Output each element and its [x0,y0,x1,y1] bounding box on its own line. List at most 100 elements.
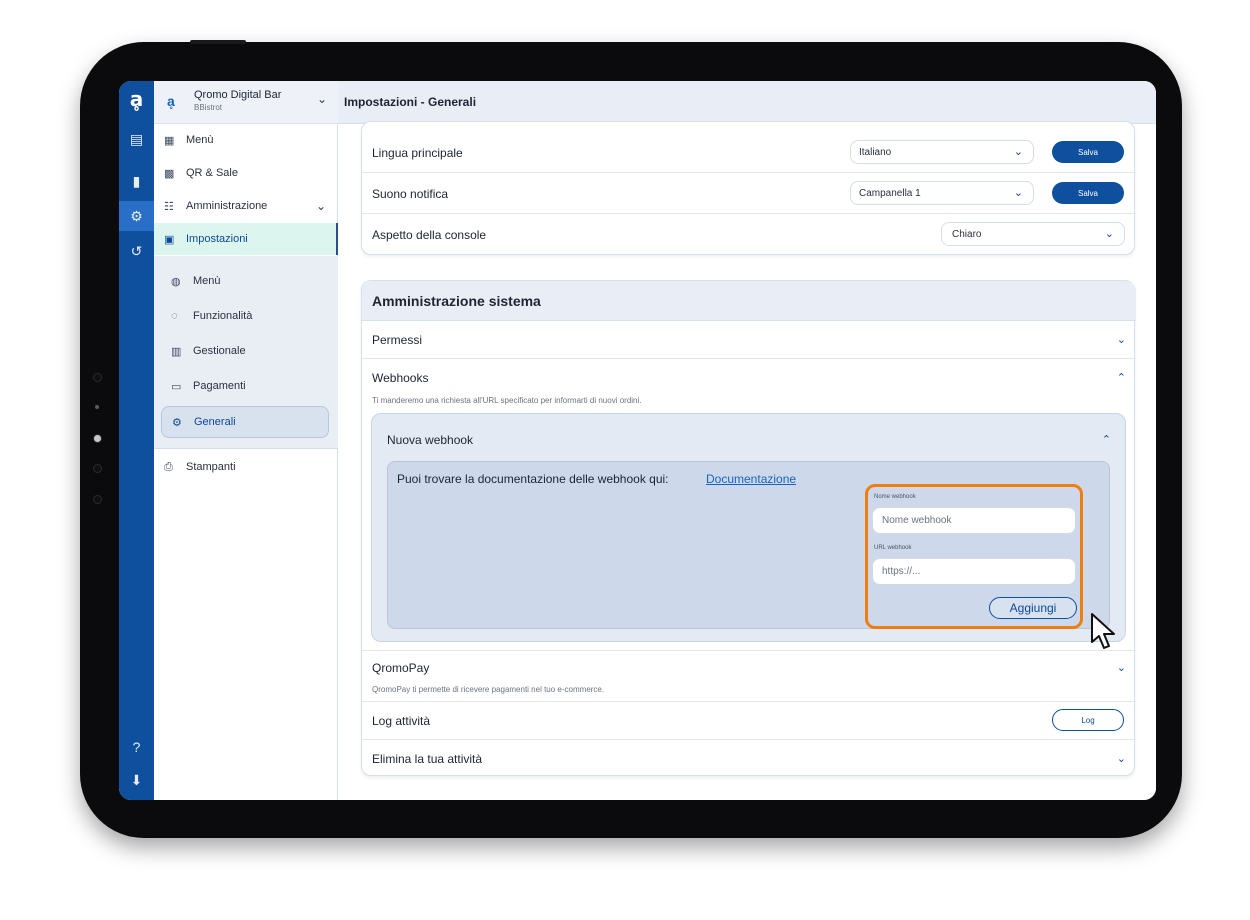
settings-icon[interactable]: ⚙ [119,201,154,231]
admin-icon: ☷ [164,200,174,213]
panel-title: Nuova webhook [387,433,474,447]
settings-submenu: ◍ Menù ◌ Funzionalità ▥ Gestionale ▭ Pag… [154,256,338,449]
select-value: Campanella 1 [859,187,921,199]
help-icon[interactable]: ? [119,732,154,762]
sidebar-item-stampanti[interactable]: ⎙ Stampanti [154,451,338,483]
submenu-item-label: Gestionale [193,345,246,357]
submenu-item-label: Generali [194,416,236,428]
general-settings-card: Lingua principale Italiano ⌄ Salva Suono… [361,121,1136,255]
sidebar-item-qr-sale[interactable]: ▩ QR & Sale [154,157,338,189]
app-logo-icon[interactable]: ḁ [119,84,154,114]
org-logo-icon: ḁ [167,93,175,109]
sidebar-item-impostazioni[interactable]: ▣ Impostazioni [154,223,338,255]
admin-card-header: Amministrazione sistema [362,281,1136,321]
field-label: Nome webhook [874,494,916,500]
qromopay-description: QromoPay ti permette di ricevere pagamen… [372,685,605,694]
setting-label: Aspetto della console [372,228,487,242]
language-select[interactable]: Italiano ⌄ [850,140,1034,164]
submenu-item-menu[interactable]: ◍ Menù [161,265,329,297]
sidebar-item-label: Impostazioni [186,233,248,245]
page-header: Impostazioni - Generali [338,81,1156,124]
chevron-down-icon: ⌄ [1013,146,1023,158]
submenu-item-gestionale[interactable]: ▥ Gestionale [161,335,329,367]
gear-icon: ⚙ [172,416,182,429]
accordion-elimina-attivita[interactable]: Elimina la tua attività ⌄ [362,740,1136,776]
mouse-cursor-icon [1091,613,1115,649]
submenu-item-funzionalita[interactable]: ◌ Funzionalità [161,300,329,332]
submenu-item-label: Pagamenti [193,380,246,392]
accordion-permessi[interactable]: Permessi ⌄ [362,321,1136,359]
chevron-down-icon: ⌄ [315,199,326,213]
chevron-down-icon: ⌄ [1104,228,1114,240]
accordion-label: QromoPay [372,661,430,675]
orders-icon[interactable]: ▤ [119,124,154,154]
chevron-down-icon: ⌄ [1013,187,1023,199]
features-icon: ◌ [171,310,178,322]
chevron-up-icon[interactable]: ⌃ [1117,371,1126,384]
row-label: Log attività [372,714,431,728]
sidebar-item-label: Menù [186,134,214,146]
org-switcher[interactable]: ḁ Qromo Digital Bar BBistrot ⌄ [154,81,338,124]
webhook-url-input[interactable]: https://... [872,558,1076,585]
menu-icon: ◍ [171,275,181,288]
save-sound-button[interactable]: Salva [1052,182,1124,204]
icon-rail: ḁ ▤ ▮ ⚙ ↺ ? ⬇ [119,81,154,800]
notification-sound-select[interactable]: Campanella 1 ⌄ [850,181,1034,205]
section-title: Amministrazione sistema [372,293,541,309]
row-log-attivita: Log attività Log [362,702,1136,740]
menu-book-icon: ▦ [164,134,175,147]
submenu-item-generali[interactable]: ⚙ Generali [161,406,329,438]
documentation-link[interactable]: Documentazione [706,472,796,486]
org-name: Qromo Digital Bar [194,89,282,101]
side-button [93,464,102,473]
settings-box-icon: ▣ [164,233,175,246]
main-content: Impostazioni - Generali Lingua principal… [338,81,1156,800]
sidebar-item-label: Amministrazione [186,200,268,212]
submenu-item-label: Funzionalità [193,310,253,322]
chevron-up-icon[interactable]: ⌃ [1102,433,1111,446]
sidebar-item-menu[interactable]: ▦ Menù [154,124,338,156]
setting-label: Lingua principale [372,146,463,160]
download-icon[interactable]: ⬇ [119,765,154,795]
save-language-button[interactable]: Salva [1052,141,1124,163]
add-webhook-button[interactable]: Aggiungi [989,597,1077,619]
management-icon: ▥ [171,345,182,358]
setting-row-aspetto: Aspetto della console Chiaro ⌄ [362,214,1136,255]
setting-row-lingua: Lingua principale Italiano ⌄ Salva [362,132,1136,173]
chevron-down-icon: ⌄ [317,92,328,106]
webhook-name-input[interactable]: Nome webhook [872,507,1076,534]
accordion-label: Permessi [372,333,423,347]
console-theme-select[interactable]: Chiaro ⌄ [941,222,1125,246]
chevron-down-icon: ⌄ [1116,662,1126,674]
org-sub: BBistrot [194,103,223,112]
submenu-item-pagamenti[interactable]: ▭ Pagamenti [161,370,329,402]
webhook-form-highlight: Nome webhook Nome webhook URL webhook ht… [865,484,1083,629]
accordion-qromopay[interactable]: QromoPay ⌄ QromoPay ti permette di ricev… [362,651,1136,702]
side-button [93,495,102,504]
select-value: Italiano [859,146,892,158]
select-value: Chiaro [952,228,982,240]
stats-icon[interactable]: ▮ [119,166,154,196]
webhooks-description: Ti manderemo una richiesta all'URL speci… [372,396,642,405]
field-label: URL webhook [874,545,912,551]
qr-code-icon: ▩ [164,167,175,180]
printer-icon: ⎙ [164,460,173,473]
log-button[interactable]: Log [1052,709,1124,731]
sidebar-item-label: Stampanti [186,461,236,473]
side-button [93,373,102,382]
chevron-down-icon: ⌄ [1116,334,1126,346]
chevron-down-icon: ⌄ [1116,753,1126,765]
camera-icon [95,405,99,409]
sidebar-item-amministrazione[interactable]: ☷ Amministrazione ⌄ [154,190,338,222]
page-title: Impostazioni - Generali [344,95,477,109]
payments-icon: ▭ [171,380,182,393]
sidebar: ḁ Qromo Digital Bar BBistrot ⌄ ▦ Menù ▩ … [154,81,338,800]
accordion-label: Webhooks [372,371,429,385]
app-screen: ḁ ▤ ▮ ⚙ ↺ ? ⬇ ḁ Qromo Digital Bar BBistr… [119,81,1156,800]
sidebar-item-label: QR & Sale [186,167,238,179]
doc-text: Puoi trovare la documentazione delle web… [397,472,669,486]
setting-label: Suono notifica [372,187,449,201]
setting-row-suono: Suono notifica Campanella 1 ⌄ Salva [362,173,1136,214]
accordion-label: Elimina la tua attività [372,752,483,766]
integrations-icon[interactable]: ↺ [119,236,154,266]
